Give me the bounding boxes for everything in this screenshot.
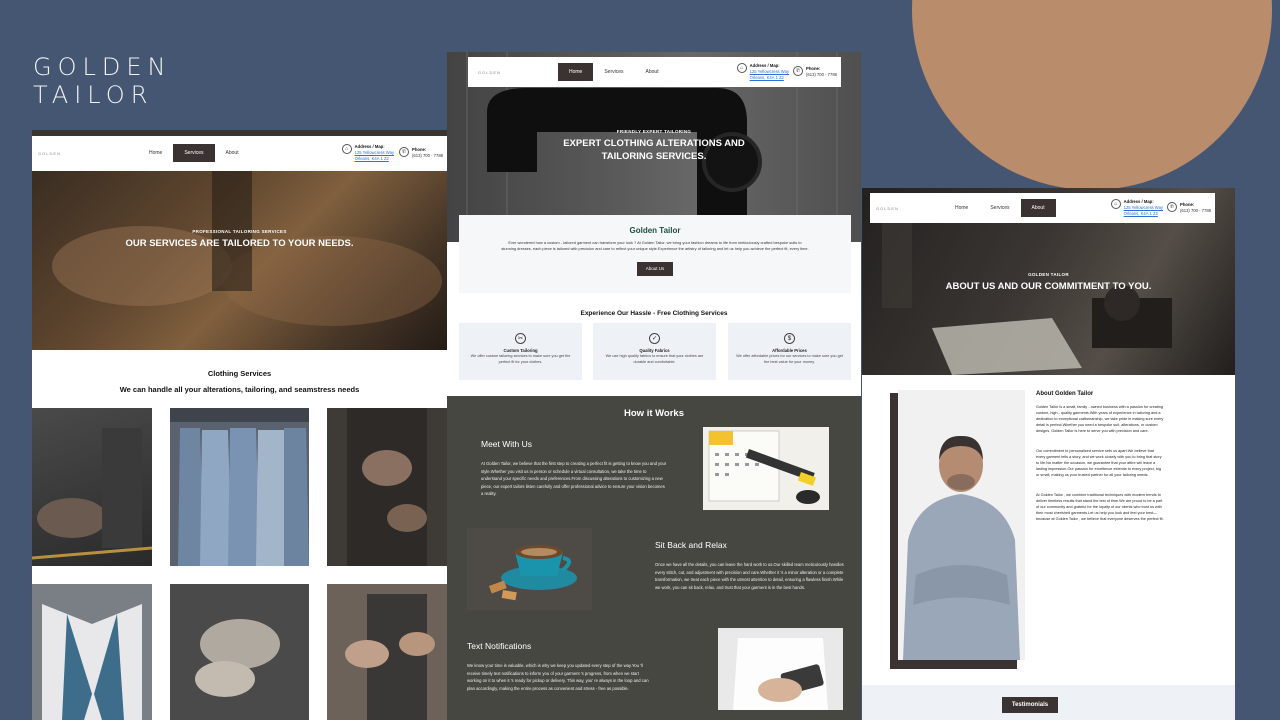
feature-card: ✂ Custom Tailoring We offer custom tailo… bbox=[459, 323, 582, 380]
nav-about[interactable]: About bbox=[215, 144, 250, 162]
services-page-screenshot: GOLDEN Home Services About ⌂ Address / M… bbox=[32, 130, 447, 720]
hero-title-line-1: EXPERT CLOTHING ALTERATIONS AND bbox=[563, 138, 745, 149]
nav-home[interactable]: Home bbox=[558, 63, 594, 81]
site-logo[interactable]: GOLDEN bbox=[38, 151, 138, 156]
brand-line-2: TAILOR bbox=[33, 81, 154, 109]
section-title: Clothing Services bbox=[207, 369, 272, 378]
feature-text: We offer custom tailoring services to ma… bbox=[470, 354, 571, 364]
about-title: About Golden Tailor bbox=[1036, 391, 1094, 397]
address-link[interactable]: 125 Yellowcress Way Orleans, K4A 1 Z2 bbox=[1124, 205, 1163, 216]
service-image-4[interactable] bbox=[32, 584, 152, 720]
about-page-screenshot: GOLDEN TAILOR ABOUT US AND OUR COMMITMEN… bbox=[862, 188, 1235, 720]
step-text: Once we have all the details, you can le… bbox=[655, 562, 844, 590]
nav-home[interactable]: Home bbox=[138, 144, 173, 162]
phone-value[interactable]: (613) 700 - 7788 bbox=[1180, 208, 1211, 213]
nav-home[interactable]: Home bbox=[944, 199, 979, 217]
about-us-button[interactable]: About Us bbox=[636, 262, 674, 276]
intro-card: Golden Tailor Ever wondered how a custom… bbox=[459, 215, 851, 293]
card-title: Golden Tailor bbox=[629, 226, 681, 235]
feature-card: $ Affordable Prices We offer affordable … bbox=[728, 323, 851, 380]
feature-title: Quality Fabrics bbox=[639, 348, 670, 353]
dollar-icon: $ bbox=[784, 333, 795, 344]
testimonials-label: Testimonials bbox=[1002, 697, 1058, 713]
nav-bar: GOLDEN Home Services About ⌂ Address / M… bbox=[32, 138, 447, 168]
nav-bar: GOLDEN Home Services About ⌂ Address / M… bbox=[870, 193, 1215, 223]
service-image-5[interactable] bbox=[170, 584, 309, 720]
location-icon: ⌂ bbox=[341, 144, 352, 154]
hero-title-line-2: TAILORING SERVICES. bbox=[601, 151, 707, 162]
nav-services[interactable]: Services bbox=[593, 63, 634, 81]
calendar-image bbox=[703, 427, 829, 510]
testimonials-section: Testimonials bbox=[862, 685, 1235, 720]
nav-menu: Home Services About bbox=[558, 63, 670, 81]
section-subtitle: We can handle all your alterations, tail… bbox=[119, 385, 360, 394]
check-icon: ✓ bbox=[649, 333, 660, 344]
site-logo[interactable]: GOLDEN bbox=[876, 206, 944, 211]
brand-title: GOLDEN TAILOR bbox=[33, 53, 171, 109]
card-text: Ever wondered how a custom - tailored ga… bbox=[501, 240, 809, 251]
address-link[interactable]: 125 Yellowcress Way Orleans, K4A 1 Z2 bbox=[750, 69, 789, 80]
hero-title: OUR SERVICES ARE TAILORED TO YOUR NEEDS. bbox=[125, 238, 354, 249]
hero-subtitle: PROFESSIONAL TAILORING SERVICES bbox=[192, 229, 287, 234]
hero-subtitle: GOLDEN TAILOR bbox=[1028, 272, 1069, 277]
coffee-image bbox=[467, 528, 592, 610]
feature-text: We offer affordable prices for our servi… bbox=[736, 354, 843, 364]
address-info: ⌂ Address / Map: 125 Yellowcress Way Orle… bbox=[341, 144, 394, 162]
step-title: Sit Back and Relax bbox=[655, 540, 727, 550]
about-paragraph-2: Our commitment to personalized service s… bbox=[1036, 449, 1162, 477]
step-title: Meet With Us bbox=[481, 439, 533, 449]
step-text: We know your time is valuable, which is … bbox=[467, 663, 649, 691]
step-title: Text Notifications bbox=[467, 641, 532, 651]
nav-about[interactable]: About bbox=[635, 63, 670, 81]
nav-services[interactable]: Services bbox=[979, 199, 1020, 217]
hero-title: ABOUT US AND OUR COMMITMENT TO YOU. bbox=[945, 281, 1152, 292]
hassle-title: Experience Our Hassle - Free Clothing Se… bbox=[580, 310, 728, 317]
location-icon: ⌂ bbox=[736, 63, 747, 73]
phone-icon: ✆ bbox=[399, 147, 410, 157]
service-image-2[interactable] bbox=[170, 408, 309, 566]
nav-menu: Home Services About bbox=[138, 144, 250, 162]
phone-info: ✆ Phone: (613) 700 - 7788 bbox=[1167, 202, 1211, 214]
about-paragraph-1: Golden Tailor is a small, family - owned… bbox=[1036, 405, 1164, 433]
about-paragraph-3: At Golden Tailor , we combine traditiona… bbox=[1036, 493, 1164, 521]
nav-about[interactable]: About bbox=[1020, 199, 1056, 217]
owner-portrait bbox=[898, 390, 1025, 660]
service-image-3[interactable] bbox=[327, 408, 447, 566]
decorative-circle bbox=[912, 0, 1272, 190]
phone-info: ✆ Phone: (613) 700 - 7788 bbox=[793, 66, 837, 78]
step-text: At Golden Tailor, we believe that the fi… bbox=[481, 461, 667, 497]
tailoring-icon: ✂ bbox=[515, 333, 526, 344]
hero-subtitle: FRIENDLY EXPERT TAILORING bbox=[616, 129, 692, 134]
site-logo[interactable]: GOLDEN bbox=[478, 70, 558, 75]
phone-notification-image bbox=[718, 628, 843, 710]
feature-text: We use high quality fabrics to ensure th… bbox=[605, 354, 704, 364]
phone-value[interactable]: (613) 700 - 7788 bbox=[806, 72, 837, 77]
how-title: How it Works bbox=[624, 408, 684, 419]
home-page-screenshot: FRIENDLY EXPERT TAILORING EXPERT CLOTHIN… bbox=[447, 52, 861, 720]
phone-value[interactable]: (613) 700 - 7788 bbox=[412, 153, 443, 158]
phone-icon: ✆ bbox=[793, 66, 804, 76]
phone-icon: ✆ bbox=[1167, 202, 1178, 212]
address-link[interactable]: 125 Yellowcress Way Orleans, K4A 1 Z2 bbox=[355, 150, 394, 161]
feature-card: ✓ Quality Fabrics We use high quality fa… bbox=[593, 323, 716, 380]
top-strip bbox=[32, 130, 447, 136]
service-image-1[interactable] bbox=[32, 408, 152, 566]
nav-bar: GOLDEN Home Services About ⌂ Address / M… bbox=[468, 57, 841, 87]
feature-title: Affordable Prices bbox=[772, 348, 807, 353]
nav-services[interactable]: Services bbox=[173, 144, 215, 162]
sewing-hands-image bbox=[32, 171, 447, 350]
service-image-6[interactable] bbox=[327, 584, 447, 720]
phone-info: ✆ Phone: (613) 700 - 7788 bbox=[399, 147, 443, 159]
location-icon: ⌂ bbox=[1110, 199, 1121, 209]
brand-line-1: GOLDEN bbox=[33, 53, 172, 81]
how-it-works-section: How it Works Meet With Us At Golden Tail… bbox=[447, 396, 861, 720]
address-info: ⌂ Address / Map: 125 Yellowcress Way Orle… bbox=[1110, 199, 1163, 217]
nav-menu: Home Services About bbox=[944, 199, 1056, 217]
services-hero: PROFESSIONAL TAILORING SERVICES OUR SERV… bbox=[32, 171, 447, 350]
feature-title: Custom Tailoring bbox=[503, 348, 538, 353]
address-info: ⌂ Address / Map: 125 Yellowcress Way Orle… bbox=[736, 63, 789, 81]
